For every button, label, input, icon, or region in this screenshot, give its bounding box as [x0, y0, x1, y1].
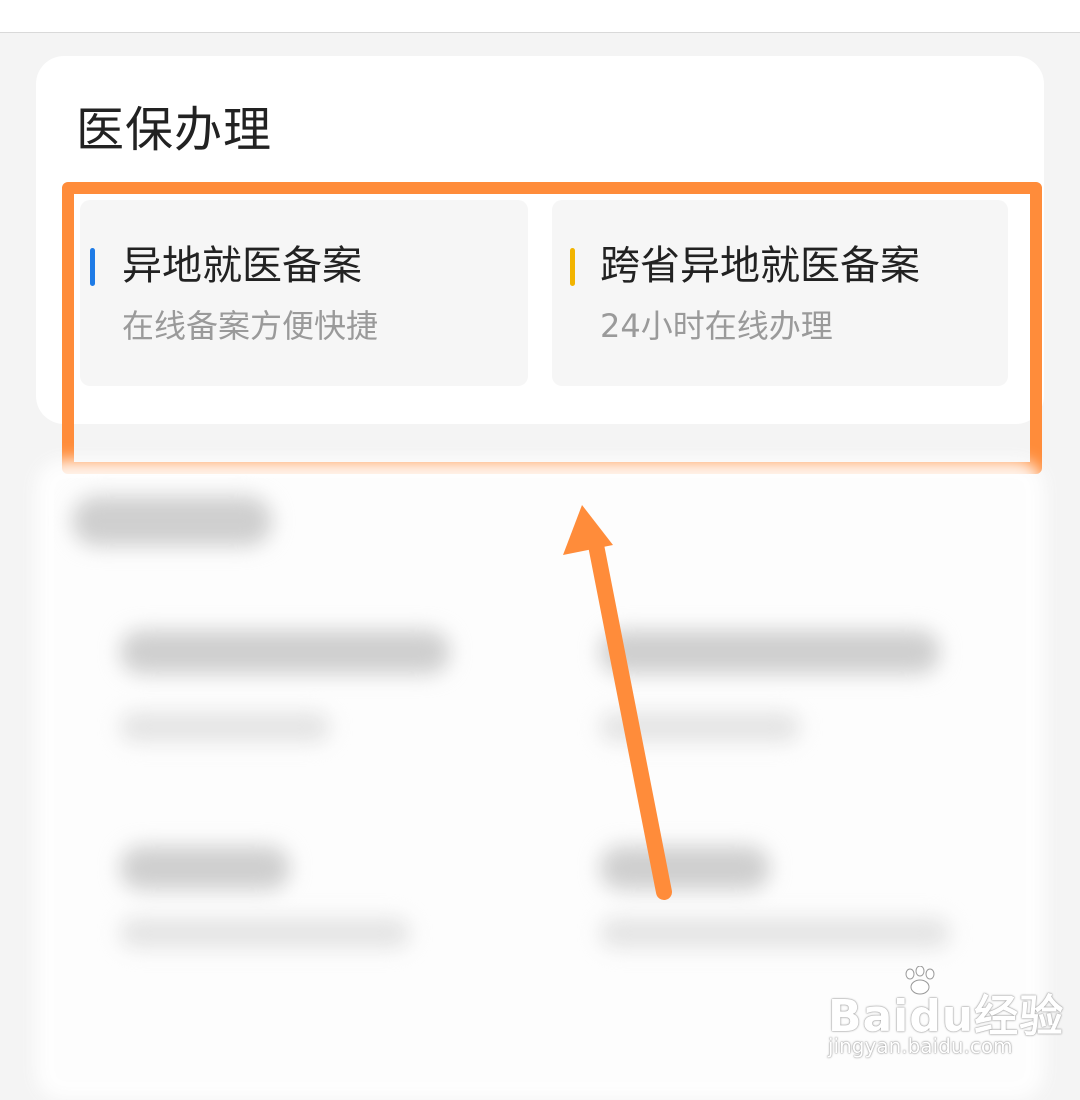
tile-cross-province-medical-filing[interactable]: 跨省异地就医备案 24小时在线办理	[552, 200, 1008, 386]
blurred-tile-title	[120, 630, 450, 674]
tile-title: 异地就医备案	[122, 243, 362, 289]
blurred-tile-title	[600, 630, 940, 674]
blurred-tile-subtitle	[120, 918, 410, 948]
tile-accent-bar	[570, 248, 575, 286]
section-title: 医保办理	[76, 102, 273, 158]
tile-remote-medical-filing[interactable]: 异地就医备案 在线备案方便快捷	[80, 200, 528, 386]
blurred-tile-subtitle	[120, 712, 330, 742]
blurred-tile-subtitle	[600, 918, 950, 948]
blurred-tile-title	[120, 846, 290, 890]
blurred-heading	[72, 496, 272, 546]
tile-subtitle: 在线备案方便快捷	[122, 307, 379, 345]
watermark-url: jingyan.baidu.com	[828, 1034, 1013, 1058]
blurred-tile-title	[600, 846, 770, 890]
top-bar	[0, 0, 1080, 33]
blurred-tile-subtitle	[600, 712, 800, 742]
tile-subtitle: 24小时在线办理	[600, 307, 833, 345]
tile-title: 跨省异地就医备案	[600, 243, 920, 289]
baidu-watermark: Baidu经验 jingyan.baidu.com	[828, 966, 1063, 1066]
tile-accent-bar	[90, 248, 95, 286]
